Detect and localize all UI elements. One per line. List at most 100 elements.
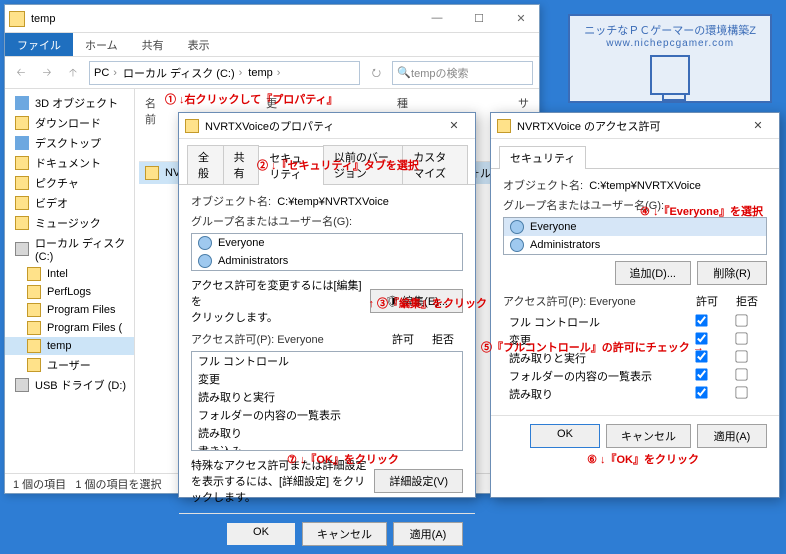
close-button[interactable]: ✕: [507, 12, 535, 25]
annotation-3: ↑ ③『編集』をクリック: [368, 295, 487, 311]
col-name[interactable]: 名前: [145, 95, 156, 159]
edit-hint: アクセス許可を変更するには[編集]を クリックします。: [191, 277, 370, 325]
back-button[interactable]: 🡠: [11, 63, 31, 83]
deny-checkbox[interactable]: [735, 350, 747, 362]
deny-checkbox[interactable]: [735, 386, 747, 398]
deny-checkbox[interactable]: [735, 314, 747, 326]
close-button[interactable]: ✕: [439, 119, 469, 132]
ribbon-home[interactable]: ホーム: [73, 33, 130, 56]
group-everyone[interactable]: Everyone: [504, 218, 766, 236]
deny-checkbox[interactable]: [735, 368, 747, 380]
search-input[interactable]: 🔍 tempの検索: [392, 61, 533, 85]
annotation-2: ② ↓『セキュリティ』タブを選択: [257, 157, 419, 173]
user-icon: [510, 220, 524, 234]
breadcrumb-drive[interactable]: ローカル ディスク (C:): [123, 65, 235, 81]
deny-checkbox[interactable]: [735, 332, 747, 344]
permission-row: 変更: [192, 370, 462, 388]
site-watermark: ニッチなＰＣゲーマーの環境構築Z www.nichepcgamer.com: [568, 14, 772, 103]
folder-icon: [15, 176, 29, 190]
remove-button[interactable]: 削除(R): [697, 261, 767, 285]
folder-icon: [27, 339, 41, 353]
sidebar-item[interactable]: ピクチャ: [5, 173, 134, 193]
add-button[interactable]: 追加(D)...: [615, 261, 691, 285]
allow-checkbox[interactable]: [695, 314, 707, 326]
status-count: 1 個の項目: [13, 479, 66, 491]
sidebar-item[interactable]: デスクトップ: [5, 133, 134, 153]
tab-security[interactable]: セキュリティ: [499, 146, 586, 169]
allow-checkbox[interactable]: [695, 332, 707, 344]
sidebar-item[interactable]: Intel: [5, 265, 134, 283]
dialog-titlebar[interactable]: NVRTXVoiceのプロパティ ✕: [179, 113, 475, 139]
sidebar-item[interactable]: Program Files: [5, 301, 134, 319]
search-placeholder: tempの検索: [411, 65, 468, 81]
refresh-button[interactable]: ⭮: [366, 63, 386, 83]
group-administrators[interactable]: Administrators: [192, 252, 462, 270]
ribbon-share[interactable]: 共有: [130, 33, 176, 56]
folder-icon: [27, 303, 41, 317]
close-button[interactable]: ✕: [743, 119, 773, 132]
folder-icon: [497, 119, 511, 133]
allow-checkbox[interactable]: [695, 350, 707, 362]
group-list[interactable]: Everyone Administrators: [191, 233, 463, 271]
group-label: グループ名またはユーザー名(G):: [191, 216, 352, 228]
apply-button[interactable]: 適用(A): [697, 424, 767, 448]
breadcrumb-pc[interactable]: PC: [94, 67, 109, 79]
ok-button[interactable]: OK: [226, 522, 296, 546]
permission-row: フル コントロール: [192, 352, 462, 370]
search-icon: 🔍: [397, 66, 411, 79]
folder-icon: [185, 119, 199, 133]
apply-button[interactable]: 適用(A): [393, 522, 463, 546]
sidebar-item[interactable]: ミュージック: [5, 213, 134, 233]
advanced-button[interactable]: 詳細設定(V): [374, 469, 463, 493]
sidebar-item[interactable]: Program Files (: [5, 319, 134, 337]
group-administrators[interactable]: Administrators: [504, 236, 766, 254]
permission-row: 読み取り: [503, 385, 767, 403]
object-label: オブジェクト名:: [503, 180, 583, 192]
window-title: temp: [31, 13, 55, 25]
perm-label: アクセス許可(P): Everyone: [191, 331, 383, 347]
ribbon-view[interactable]: 表示: [176, 33, 222, 56]
breadcrumb-folder[interactable]: temp: [248, 67, 272, 79]
tab-general[interactable]: 全般: [187, 145, 224, 184]
folder-icon: [9, 11, 25, 27]
dialog-titlebar[interactable]: NVRTXVoice のアクセス許可 ✕: [491, 113, 779, 139]
drive-icon: [15, 242, 29, 256]
user-icon: [198, 236, 212, 250]
maximize-button[interactable]: ☐: [465, 12, 493, 25]
annotation-5: ⑤『フルコントロール』の許可にチェック →: [481, 339, 704, 355]
ribbon-file[interactable]: ファイル: [5, 33, 73, 56]
ok-button[interactable]: OK: [530, 424, 600, 448]
sidebar-item[interactable]: ビデオ: [5, 193, 134, 213]
allow-checkbox[interactable]: [695, 386, 707, 398]
sidebar-item[interactable]: ドキュメント: [5, 153, 134, 173]
tab-share[interactable]: 共有: [223, 145, 260, 184]
permission-row: フォルダーの内容の一覧表示: [503, 367, 767, 385]
status-selected: 1 個の項目を選択: [75, 479, 161, 491]
annotation-4: ④ ↓『Everyone』を選択: [640, 203, 763, 219]
cancel-button[interactable]: キャンセル: [302, 522, 387, 546]
group-everyone[interactable]: Everyone: [192, 234, 462, 252]
cancel-button[interactable]: キャンセル: [606, 424, 691, 448]
forward-button[interactable]: 🡢: [37, 63, 57, 83]
dialog-title: NVRTXVoice のアクセス許可: [517, 118, 661, 134]
folder-icon: [27, 358, 41, 372]
folder-icon: [27, 285, 41, 299]
group-list[interactable]: Everyone Administrators: [503, 217, 767, 255]
properties-dialog: NVRTXVoiceのプロパティ ✕ 全般 共有 セキュリティ 以前のバージョン…: [178, 112, 476, 498]
minimize-button[interactable]: ―: [423, 12, 451, 25]
sidebar-item[interactable]: temp: [5, 337, 134, 355]
up-button[interactable]: 🡡: [63, 63, 83, 83]
permission-row: 書き込み: [192, 442, 462, 451]
permission-row: フォルダーの内容の一覧表示: [192, 406, 462, 424]
sidebar-item[interactable]: ユーザー: [5, 355, 134, 375]
sidebar-item[interactable]: USB ドライブ (D:): [5, 375, 134, 395]
sidebar-item[interactable]: ローカル ディスク (C:): [5, 233, 134, 265]
allow-checkbox[interactable]: [695, 368, 707, 380]
sidebar-item[interactable]: PerfLogs: [5, 283, 134, 301]
sidebar-item[interactable]: ダウンロード: [5, 113, 134, 133]
titlebar[interactable]: temp ― ☐ ✕: [5, 5, 539, 33]
sidebar-item[interactable]: 3D オブジェクト: [5, 93, 134, 113]
breadcrumb[interactable]: PC › ローカル ディスク (C:) › temp ›: [89, 61, 360, 85]
folder-icon: [145, 166, 159, 180]
annotation-7: ⑦ ↓『OK』をクリック: [287, 451, 399, 467]
